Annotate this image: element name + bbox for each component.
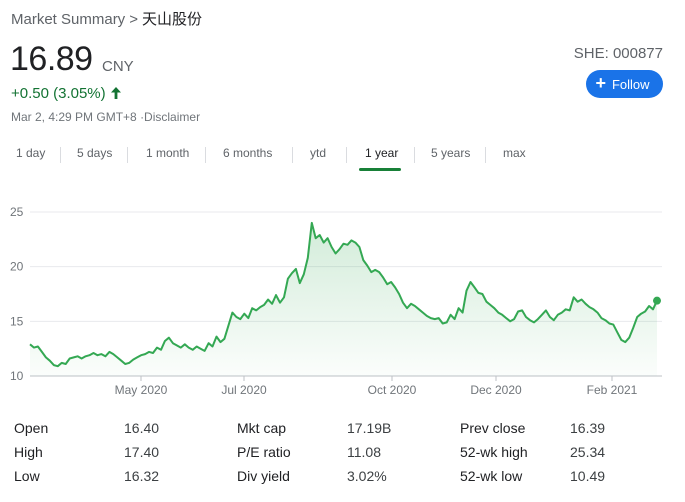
tab-divider (127, 147, 128, 163)
ticker-symbol: SHE: 000877 (573, 45, 663, 62)
price-area-fill (30, 222, 657, 376)
stat-value-52wk-high: 25.34 (570, 444, 606, 460)
stat-value-high: 17.40 (124, 444, 160, 460)
tab-divider (346, 147, 347, 163)
last-price-marker (653, 296, 661, 305)
stat-label-open: Open (14, 420, 49, 436)
stat-label-mkt-cap: Mkt cap (237, 420, 287, 436)
stat-label-52wk-high: 52-wk high (460, 444, 528, 460)
x-tick-label: Jul 2020 (221, 383, 267, 397)
stat-label-prev-close: Prev close (460, 420, 526, 436)
stat-value-low: 16.32 (124, 468, 160, 484)
y-tick-label: 25 (10, 205, 24, 219)
stat-value-div-yield: 3.02% (347, 468, 387, 484)
x-tick-label: May 2020 (115, 383, 168, 397)
price-chart[interactable]: 25 20 15 10 May 2020 Jul 2020 Oct 2020 Dec 2020… (0, 196, 685, 406)
plus-icon: + (595, 73, 606, 93)
tab-divider (60, 147, 61, 163)
y-tick-label: 10 (10, 369, 24, 383)
quote-timestamp-row: Mar 2, 4:29 PM GMT+8 ·Disclaimer (11, 110, 200, 124)
stat-value-pe-ratio: 11.08 (347, 444, 381, 460)
x-tick-label: Feb 2021 (587, 383, 638, 397)
arrow-up-icon (110, 86, 122, 104)
tab-6-months[interactable]: 6 months (223, 146, 272, 160)
stat-value-prev-close: 16.39 (570, 420, 606, 436)
follow-button[interactable]: + Follow (586, 70, 663, 98)
x-tick-label: Dec 2020 (470, 383, 522, 397)
range-tabs: 1 day 5 days 1 month 6 months ytd 1 year… (0, 146, 685, 174)
stat-value-mkt-cap: 17.19B (347, 420, 392, 436)
stock-price: 16.89 (10, 40, 93, 78)
breadcrumb-separator: > (129, 11, 138, 28)
tab-divider (205, 147, 206, 163)
stat-label-div-yield: Div yield (237, 468, 290, 484)
stat-label-52wk-low: 52-wk low (460, 468, 523, 484)
tab-divider (485, 147, 486, 163)
currency-label: CNY (102, 58, 134, 75)
disclaimer-link[interactable]: ·Disclaimer (140, 110, 200, 124)
breadcrumb: Market Summary > 天山股份 (11, 8, 202, 29)
tab-5-years[interactable]: 5 years (431, 146, 470, 160)
tab-5-days[interactable]: 5 days (77, 146, 112, 160)
stat-value-open: 16.40 (124, 420, 160, 436)
breadcrumb-company: 天山股份 (141, 11, 202, 28)
follow-button-label: Follow (611, 76, 650, 92)
price-change: +0.50 (3.05%) (11, 85, 122, 104)
y-tick-label: 15 (10, 314, 24, 328)
stat-label-low: Low (14, 468, 40, 484)
tab-1-year[interactable]: 1 year (365, 146, 398, 160)
breadcrumb-market-summary-link[interactable]: Market Summary (11, 11, 125, 28)
stat-label-high: High (14, 444, 43, 460)
tab-divider (292, 147, 293, 163)
tab-ytd[interactable]: ytd (310, 146, 326, 160)
tab-1-day[interactable]: 1 day (16, 146, 45, 160)
tab-divider (414, 147, 415, 163)
y-tick-label: 20 (10, 260, 24, 274)
stat-value-52wk-low: 10.49 (570, 468, 606, 484)
active-tab-indicator (359, 168, 401, 171)
tab-1-month[interactable]: 1 month (146, 146, 189, 160)
x-tick-label: Oct 2020 (368, 383, 417, 397)
price-change-value: +0.50 (3.05%) (11, 85, 106, 102)
quote-timestamp: Mar 2, 4:29 PM GMT+8 (11, 110, 137, 124)
stat-label-pe-ratio: P/E ratio (237, 444, 291, 460)
tab-max[interactable]: max (503, 146, 526, 160)
